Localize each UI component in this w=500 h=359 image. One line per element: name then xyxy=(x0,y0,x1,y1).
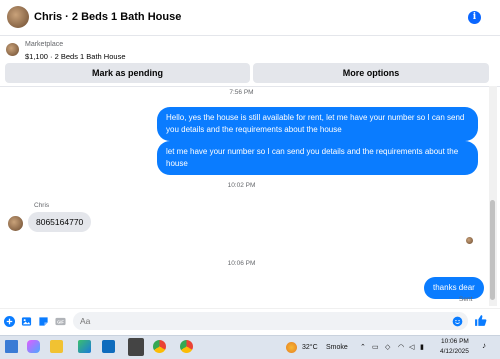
weather-icon[interactable] xyxy=(286,342,297,353)
active-app-icon[interactable] xyxy=(128,338,144,356)
listing-thumbnail[interactable] xyxy=(6,43,19,56)
outgoing-message[interactable]: let me have your number so I can send yo… xyxy=(157,141,478,175)
wifi-icon[interactable]: ◠ xyxy=(398,343,404,351)
seen-indicator-avatar xyxy=(466,237,473,244)
listing-title[interactable]: $1,100 · 2 Beds 1 Bath House xyxy=(25,52,126,61)
photo-icon[interactable] xyxy=(21,316,32,327)
battery-icon[interactable]: ▮ xyxy=(420,343,424,351)
chat-header: Chris · 2 Beds 1 Bath House i xyxy=(0,0,500,36)
more-options-button[interactable]: More options xyxy=(253,63,489,83)
chevron-up-icon[interactable]: ⌃ xyxy=(360,343,366,351)
taskbar xyxy=(0,335,500,359)
outgoing-message[interactable]: thanks dear xyxy=(424,277,484,299)
scrollbar-thumb[interactable] xyxy=(490,200,495,300)
timestamp: 10:06 PM xyxy=(227,260,256,267)
start-icon[interactable] xyxy=(5,340,18,353)
file-explorer-icon[interactable] xyxy=(50,340,63,353)
chrome-profile-icon[interactable] xyxy=(180,340,193,353)
chat-title[interactable]: Chris · 2 Beds 1 Bath House xyxy=(34,11,181,23)
clock-time[interactable]: 10:06 PM xyxy=(441,338,469,345)
dropbox-icon[interactable]: ◇ xyxy=(385,343,390,351)
mark-as-pending-button[interactable]: Mark as pending xyxy=(5,63,250,83)
chat-window: Chris · 2 Beds 1 Bath House i Marketplac… xyxy=(0,0,500,335)
weather-desc[interactable]: Smoke xyxy=(326,344,348,351)
sender-avatar[interactable] xyxy=(8,216,23,231)
divider xyxy=(0,86,500,87)
notes-icon[interactable]: ▭ xyxy=(372,343,379,351)
clock-date[interactable]: 4/12/2025 xyxy=(440,348,469,355)
speaker-icon[interactable]: ◁ xyxy=(409,343,414,351)
outgoing-message[interactable]: Hello, yes the house is still available … xyxy=(157,107,478,141)
sender-name: Chris xyxy=(34,202,50,209)
plus-circle-icon[interactable] xyxy=(4,316,15,327)
gif-icon[interactable]: GIF xyxy=(55,316,66,327)
timestamp: 7:56 PM xyxy=(229,89,254,96)
sticker-icon[interactable] xyxy=(38,316,49,327)
weather-temp[interactable]: 32°C xyxy=(302,344,318,351)
chrome-icon[interactable] xyxy=(153,340,166,353)
incoming-message[interactable]: 8065164770 xyxy=(28,212,92,232)
timestamp: 10:02 PM xyxy=(227,182,256,189)
edge-icon[interactable] xyxy=(78,340,91,353)
notification-bell-icon[interactable]: ♪ xyxy=(482,341,486,350)
svg-text:GIF: GIF xyxy=(57,319,64,324)
outlook-icon[interactable] xyxy=(102,340,115,353)
emoji-icon[interactable] xyxy=(452,316,463,327)
message-input[interactable] xyxy=(73,312,468,330)
thumbs-up-icon[interactable] xyxy=(474,314,487,327)
info-icon[interactable]: i xyxy=(468,11,481,24)
contact-avatar[interactable] xyxy=(7,6,29,28)
message-status: Sent xyxy=(459,296,473,303)
marketplace-label: Marketplace xyxy=(25,41,64,48)
copilot-icon[interactable] xyxy=(27,340,40,353)
